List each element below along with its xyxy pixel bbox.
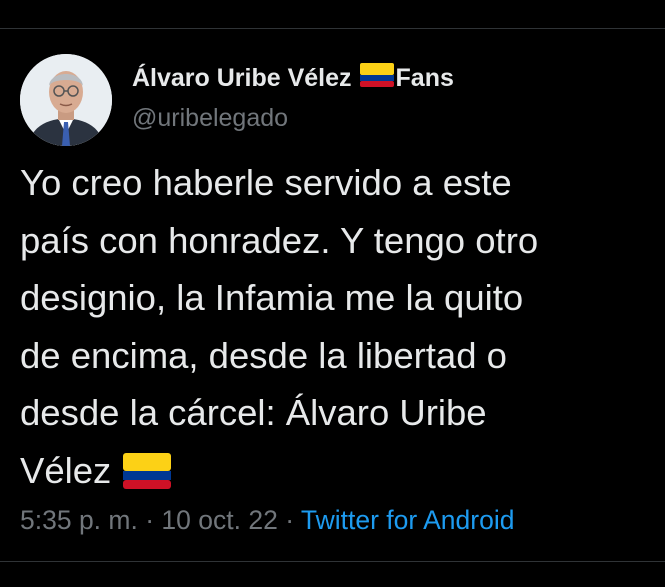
- author-name-text: Álvaro Uribe Vélez: [132, 63, 352, 92]
- avatar[interactable]: [20, 54, 112, 146]
- tweet-time[interactable]: 5:35 p. m.: [20, 505, 138, 535]
- tweet-line: designio, la Infamia me la quito: [20, 277, 524, 318]
- tweet-meta: 5:35 p. m. · 10 oct. 22 · Twitter for An…: [20, 505, 514, 536]
- meta-separator: ·: [145, 505, 155, 535]
- tweet-source-link[interactable]: Twitter for Android: [301, 505, 515, 535]
- colombia-flag-icon: [123, 448, 172, 506]
- author-handle[interactable]: @uribelegado: [132, 104, 288, 133]
- tweet-line: desde la cárcel: Álvaro Uribe: [20, 392, 487, 433]
- top-divider: [0, 28, 665, 29]
- tweet-text: Yo creo haberle servido a este país con …: [20, 154, 650, 505]
- bottom-divider: [0, 561, 665, 562]
- tweet-date[interactable]: 10 oct. 22: [161, 505, 277, 535]
- colombia-flag-icon: [359, 62, 394, 94]
- tweet-last-line: Vélez: [20, 442, 650, 506]
- tweet-line: de encima, desde la libertad o: [20, 334, 507, 376]
- tweet-line-text: Vélez: [20, 449, 112, 491]
- author-name[interactable]: Álvaro Uribe Vélez Fans: [132, 58, 454, 98]
- author-name-suffix: Fans: [395, 63, 454, 92]
- meta-separator: ·: [285, 505, 295, 535]
- tweet-line: país con honradez. Y tengo otro: [20, 219, 539, 261]
- tweet-line: Yo creo haberle servido a este: [20, 162, 512, 203]
- avatar-photo: [20, 54, 112, 146]
